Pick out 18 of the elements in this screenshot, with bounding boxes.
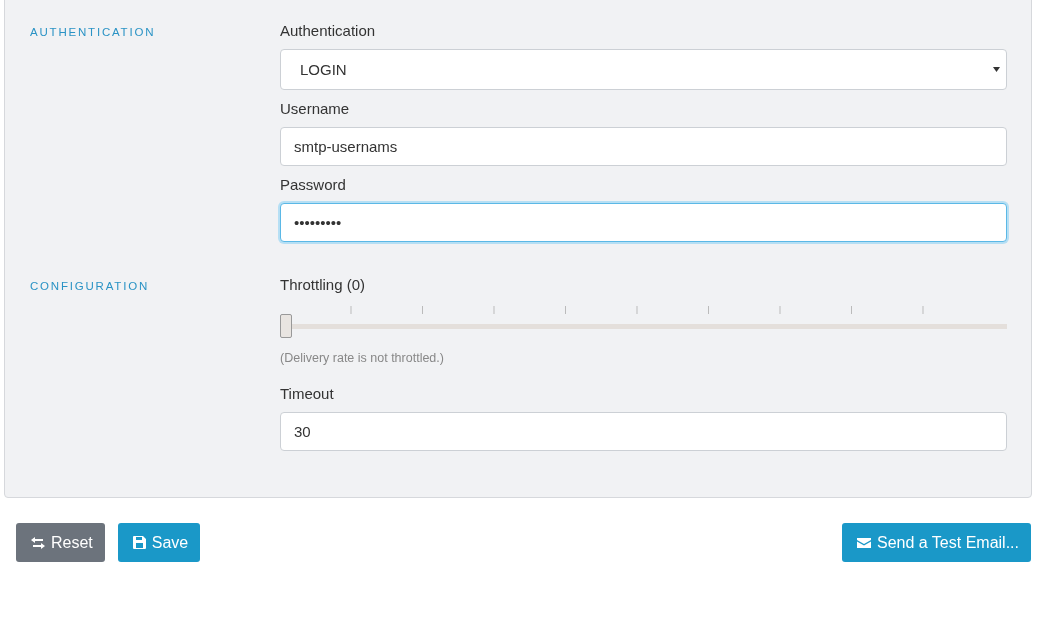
field-label: Timeout	[280, 385, 335, 402]
slider-thumb[interactable]	[280, 314, 292, 338]
field-label: Username	[280, 100, 351, 117]
reset-button[interactable]: Reset	[16, 523, 105, 562]
field-label: Throttling (0)	[280, 276, 367, 293]
section-heading: CONFIGURATION	[29, 279, 151, 294]
swap-arrows-icon	[31, 536, 45, 549]
field-label: Password	[280, 176, 347, 193]
input-field[interactable]: •••••••••	[280, 203, 1007, 242]
slider[interactable]	[280, 303, 1007, 339]
envelope-icon	[857, 537, 871, 548]
input-field[interactable]: 30	[280, 412, 1007, 451]
dropdown-select[interactable]: LOGIN	[280, 49, 1007, 90]
section-heading: AUTHENTICATION	[29, 25, 157, 40]
hint-text: (Delivery rate is not throttled.)	[280, 351, 445, 365]
caret-icon	[993, 67, 1000, 72]
field-label: Authentication	[280, 22, 377, 39]
input-field[interactable]: smtp-usernams	[280, 127, 1007, 166]
